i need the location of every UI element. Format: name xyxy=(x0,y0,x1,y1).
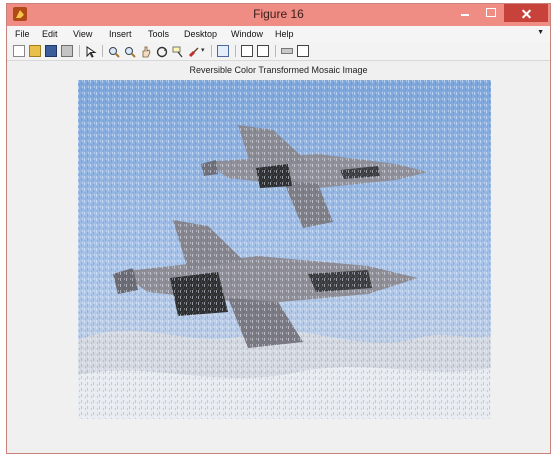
menu-window[interactable]: Window xyxy=(231,29,263,39)
menu-bar: File Edit View Insert Tools Desktop Wind… xyxy=(7,26,550,42)
colorbar-icon[interactable] xyxy=(241,45,253,57)
hide-plot-tools-icon[interactable] xyxy=(281,48,293,54)
edit-plot-icon[interactable] xyxy=(85,45,97,58)
menu-view[interactable]: View xyxy=(73,29,92,39)
mosaic-texture-overlay xyxy=(78,80,491,419)
menu-file[interactable]: File xyxy=(15,29,30,39)
toolbar-separator xyxy=(211,45,212,57)
legend-icon[interactable] xyxy=(257,45,269,57)
zoom-in-icon[interactable] xyxy=(108,45,120,58)
maximize-button[interactable] xyxy=(478,4,504,22)
mosaic-image xyxy=(78,80,491,419)
menu-tools[interactable]: Tools xyxy=(148,29,169,39)
new-figure-icon[interactable] xyxy=(13,45,25,57)
pan-icon[interactable] xyxy=(140,45,152,58)
toolbar-separator xyxy=(79,45,80,57)
brush-menu-arrow-icon[interactable]: ▾ xyxy=(201,46,207,58)
menu-help[interactable]: Help xyxy=(275,29,294,39)
save-icon[interactable] xyxy=(45,45,57,57)
figure-window: Figure 16 File Edit View Insert Tools De… xyxy=(6,3,551,454)
toolbar-separator xyxy=(275,45,276,57)
close-button[interactable] xyxy=(504,4,548,22)
open-file-icon[interactable] xyxy=(29,45,41,57)
data-cursor-icon[interactable] xyxy=(172,45,184,58)
axes-title: Reversible Color Transformed Mosaic Imag… xyxy=(189,65,368,75)
toolbar-separator xyxy=(102,45,103,57)
show-plot-tools-icon[interactable] xyxy=(297,45,309,57)
brush-icon[interactable] xyxy=(188,45,200,58)
print-icon[interactable] xyxy=(61,45,73,57)
menu-insert[interactable]: Insert xyxy=(109,29,132,39)
menu-desktop[interactable]: Desktop xyxy=(184,29,217,39)
figure-toolbar: ▾ xyxy=(7,42,550,61)
zoom-out-icon[interactable] xyxy=(124,45,136,58)
link-plot-icon[interactable] xyxy=(217,45,229,57)
title-bar[interactable]: Figure 16 xyxy=(7,4,550,26)
chevron-down-icon[interactable]: ▼ xyxy=(537,29,544,36)
rotate-3d-icon[interactable] xyxy=(156,45,168,58)
menu-edit[interactable]: Edit xyxy=(42,29,58,39)
minimize-button[interactable] xyxy=(452,4,478,22)
toolbar-separator xyxy=(235,45,236,57)
